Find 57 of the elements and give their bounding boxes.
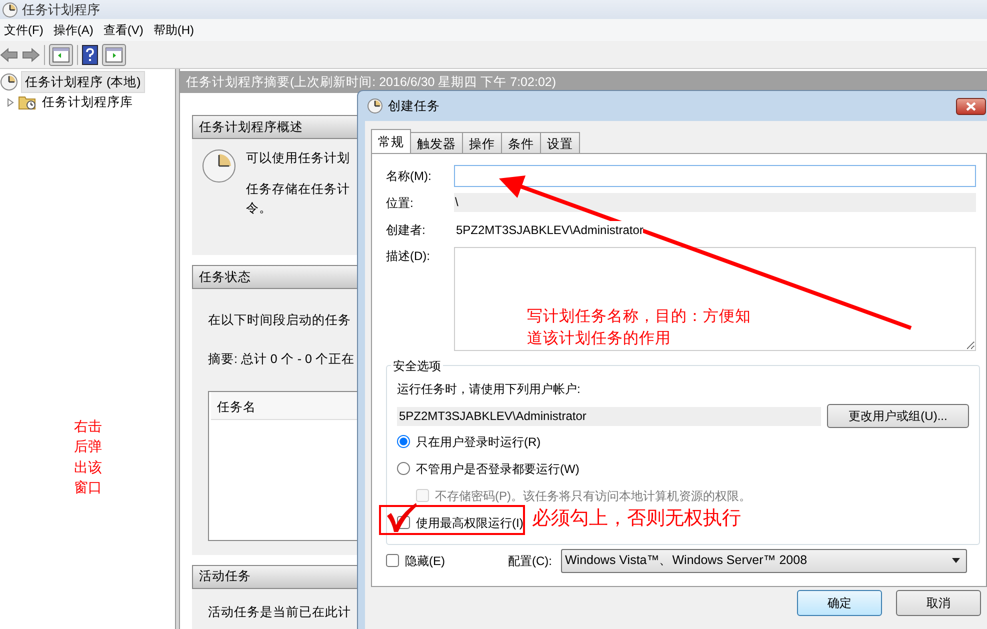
ok-button[interactable]: 确定 <box>797 590 882 616</box>
tab[interactable]: 常规 <box>371 129 411 153</box>
option-label[interactable]: 使用最高权限运行(I) <box>416 514 524 532</box>
config-dropdown[interactable]: Windows Vista™、Windows Server™ 2008 <box>561 548 967 572</box>
paragraph: 活动任务是当前已在此计 <box>208 604 351 621</box>
field-label: 位置: <box>386 194 414 212</box>
back-arrow-icon[interactable] <box>0 46 18 62</box>
folder-clock-icon <box>18 94 36 110</box>
name-input-field[interactable] <box>454 164 976 186</box>
option-label[interactable]: 隐藏(E) <box>405 552 445 570</box>
forward-arrow-icon[interactable] <box>22 46 40 62</box>
field-label: 配置(C): <box>508 552 552 570</box>
option-label[interactable]: 不管用户是否登录都要运行(W) <box>416 460 580 478</box>
clock-icon <box>367 98 383 114</box>
checkbox[interactable] <box>386 554 399 567</box>
paragraph: 摘要: 总计 0 个 - 0 个正在 <box>208 351 354 368</box>
field-label: 描述(D): <box>386 248 431 265</box>
tab[interactable]: 操作 <box>462 132 502 153</box>
annotation-text: 必须勾上，否则无权执行 <box>532 507 741 531</box>
pane-toggle-icon[interactable] <box>102 44 126 66</box>
paragraph: 可以使用任务计划 <box>246 150 350 167</box>
option-label[interactable]: 只在用户登录时运行(R) <box>416 432 541 450</box>
checkmark-drawing <box>387 503 417 532</box>
tree-item[interactable]: 任务计划程序库 <box>39 92 136 112</box>
clock-icon <box>202 149 236 183</box>
annotation-text: 右击后弹出该窗口 <box>74 417 103 497</box>
annotation-text: 写计划任务名称，目的：方便知道该计划任务的作用 <box>527 307 752 349</box>
menu-item[interactable]: 文件(F) <box>0 21 48 39</box>
paragraph: 在以下时间段启动的任务 <box>208 312 351 330</box>
cancel-button[interactable]: 取消 <box>896 590 981 616</box>
change-user-button[interactable]: 更改用户或组(U)... <box>827 404 969 428</box>
group-title: 安全选项 <box>391 357 443 375</box>
expand-triangle-icon[interactable] <box>6 98 15 106</box>
close-icon <box>966 102 976 110</box>
paragraph: 令。 <box>246 200 272 216</box>
account-field: 5PZ2MT3SJABKLEV\Administrator <box>397 406 821 426</box>
checkbox[interactable] <box>397 516 410 529</box>
menu-item[interactable]: 帮助(H) <box>149 21 198 39</box>
help-icon[interactable] <box>82 44 98 64</box>
tree-item[interactable]: 任务计划程序 (本地) <box>21 70 145 94</box>
window-title: 任务计划程序 <box>22 0 100 19</box>
tab[interactable]: 触发器 <box>410 132 463 153</box>
radio-button[interactable] <box>397 462 410 475</box>
location-field: \ <box>454 193 976 212</box>
close-button[interactable] <box>956 98 986 114</box>
pane-toggle-icon[interactable] <box>49 44 73 66</box>
prompt-text: 运行任务时，请使用下列用户帐户: <box>397 381 582 398</box>
tab[interactable]: 设置 <box>540 132 580 153</box>
paragraph: 任务存储在任务计 <box>246 180 350 198</box>
dialog-title: 创建任务 <box>388 98 440 115</box>
field-label: 名称(M): <box>386 168 432 184</box>
field-label: 创建者: <box>386 222 426 238</box>
radio-button[interactable] <box>397 435 410 448</box>
tab[interactable]: 条件 <box>501 132 541 153</box>
menu-item[interactable]: 查看(V) <box>99 21 148 39</box>
menu-item[interactable]: 操作(A) <box>49 21 98 39</box>
description-field[interactable] <box>454 247 976 351</box>
